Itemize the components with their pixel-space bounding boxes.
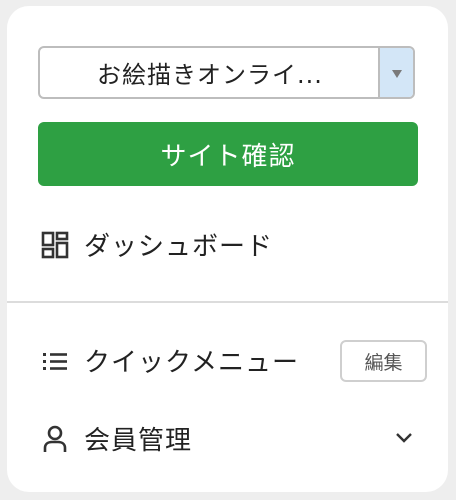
menu-item-members-label: 会員管理: [84, 426, 193, 456]
menu-item-dashboard-label: ダッシュボード: [84, 232, 274, 262]
menu-item-dashboard[interactable]: ダッシュボード: [40, 226, 273, 263]
site-confirm-button[interactable]: サイト確認: [38, 122, 418, 186]
select-arrow-button[interactable]: [378, 48, 413, 97]
site-select-dropdown[interactable]: お絵描きオンライ...: [38, 46, 415, 99]
menu-item-quick-menu[interactable]: クイックメニュー: [40, 342, 299, 379]
quick-menu-edit-button[interactable]: 編集: [340, 340, 427, 382]
divider: [7, 301, 448, 303]
user-icon: [40, 424, 70, 454]
sidebar-panel: お絵描きオンライ... サイト確認 ダッシュボード クイックメニュー 編集 会員…: [7, 6, 448, 492]
triangle-down-icon: [391, 69, 402, 78]
dashboard-grid-icon: [40, 230, 70, 260]
list-icon: [40, 346, 70, 376]
site-select-value: お絵描きオンライ...: [97, 61, 323, 89]
menu-item-members[interactable]: 会員管理: [40, 420, 192, 457]
menu-item-quick-menu-label: クイックメニュー: [84, 348, 299, 378]
chevron-down-icon[interactable]: [393, 426, 415, 448]
